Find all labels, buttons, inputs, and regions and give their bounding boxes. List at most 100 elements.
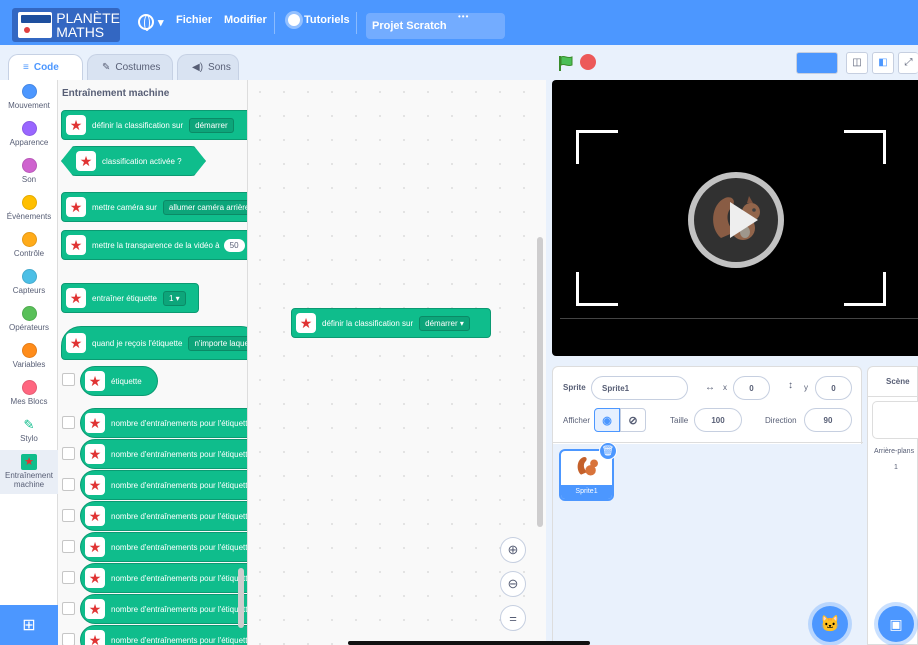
- block-when-receive-label[interactable]: ★ quand je reçois l'étiquette n'importe …: [61, 326, 247, 360]
- palette-scrollbar[interactable]: [238, 568, 244, 628]
- block-classification-active[interactable]: ★ classification activée ?: [61, 146, 206, 176]
- trainings-count-checkbox[interactable]: [62, 478, 75, 491]
- block-transparency[interactable]: ★ mettre la transparence de la vidéo à 5…: [61, 230, 247, 260]
- trainings-count-checkbox[interactable]: [62, 509, 75, 522]
- block-trainings-count[interactable]: ★ nombre d'entraînements pour l'étiquett…: [80, 594, 247, 624]
- block-train-label[interactable]: ★ entraîner étiquette 1 ▾: [61, 283, 199, 313]
- block-label: classification activée ?: [102, 156, 182, 166]
- zoom-out-button[interactable]: ⊖: [500, 571, 526, 597]
- add-backdrop-button[interactable]: ▣: [878, 606, 914, 642]
- logo-line2: MATHS: [56, 24, 105, 40]
- file-menu[interactable]: Fichier: [176, 14, 212, 26]
- backdrops-label: Arrière-plans: [874, 448, 915, 455]
- planete-maths-logo[interactable]: PLANÈTE MATHS: [12, 8, 120, 42]
- trainings-count-checkbox[interactable]: [62, 447, 75, 460]
- block-trainings-count[interactable]: ★ nombre d'entraînements pour l'étiquett…: [80, 563, 247, 593]
- stage-canvas[interactable]: [552, 80, 918, 356]
- category-pen[interactable]: ✎ Stylo: [0, 417, 58, 443]
- stage-divider: [868, 396, 918, 397]
- category-sound[interactable]: Son: [0, 158, 58, 184]
- block-dropdown[interactable]: allumer caméra arrière: [162, 199, 247, 215]
- block-label: nombre d'entraînements pour l'étiquette: [111, 449, 248, 459]
- category-looks[interactable]: Apparence: [0, 121, 58, 147]
- tab-code[interactable]: ≡ Code: [8, 54, 83, 80]
- block-label: définir la classification sur: [92, 120, 184, 130]
- block-dropdown[interactable]: démarrer ▾: [419, 315, 470, 331]
- size-input[interactable]: 100: [694, 408, 742, 432]
- delete-sprite-icon[interactable]: 🗑: [599, 442, 617, 460]
- block-trainings-count[interactable]: ★ nombre d'entraînements pour l'étiquett…: [80, 532, 247, 562]
- stage-target-pane[interactable]: Scène Arrière-plans 1: [867, 366, 918, 645]
- block-set-classification[interactable]: ★ définir la classification sur démarrer: [61, 110, 247, 140]
- trainings-count-checkbox[interactable]: [62, 602, 75, 615]
- block-label-reporter[interactable]: ★ étiquette: [80, 366, 158, 396]
- category-my-blocks[interactable]: Mes Blocs: [0, 380, 58, 406]
- block-trainings-count[interactable]: ★ nombre d'entraînements pour l'étiquett…: [80, 470, 248, 500]
- category-motion[interactable]: Mouvement: [0, 84, 58, 110]
- direction-input[interactable]: 90: [804, 408, 852, 432]
- block-label: mettre la transparence de la vidéo à: [92, 240, 220, 250]
- star-icon: ★: [85, 506, 105, 526]
- small-stage-button[interactable]: [796, 52, 838, 74]
- project-title-input[interactable]: Projet Scratch: [366, 13, 505, 39]
- code-workspace[interactable]: [248, 80, 546, 645]
- more-icon[interactable]: •••: [458, 12, 469, 21]
- show-hidden-button[interactable]: ⊘: [620, 408, 646, 432]
- block-camera[interactable]: ★ mettre caméra sur allumer caméra arriè…: [61, 192, 247, 222]
- fullscreen-button[interactable]: ⤢: [898, 52, 918, 74]
- category-control[interactable]: Contrôle: [0, 232, 58, 258]
- workspace-scrollbar[interactable]: [537, 237, 543, 527]
- add-extension-icon: ⊞: [22, 617, 36, 634]
- block-dropdown[interactable]: 1 ▾: [162, 290, 186, 306]
- trainings-count-checkbox[interactable]: [62, 571, 75, 584]
- play-video-icon[interactable]: [688, 172, 784, 268]
- block-trainings-count[interactable]: ★ nombre d'entraînements pour l'étiquett…: [80, 501, 247, 531]
- show-visible-button[interactable]: ◉: [594, 408, 620, 432]
- edit-menu[interactable]: Modifier: [224, 14, 267, 26]
- backdrop-thumbnail[interactable]: [872, 401, 918, 439]
- dropdown-value: démarrer: [425, 318, 458, 328]
- trainings-count-checkbox[interactable]: [62, 416, 75, 429]
- zoom-reset-button[interactable]: =: [500, 605, 526, 631]
- green-flag-icon[interactable]: [557, 54, 575, 72]
- category-machine-learning[interactable]: ★ Entraînement machine: [0, 450, 58, 494]
- tab-sounds[interactable]: ◀) Sons: [177, 54, 239, 80]
- trainings-count-checkbox[interactable]: [62, 540, 75, 553]
- block-dropdown[interactable]: démarrer: [189, 117, 234, 133]
- zoom-out-icon: ⊖: [507, 576, 519, 591]
- y-input[interactable]: 0: [815, 376, 852, 400]
- star-icon: ★: [66, 115, 86, 135]
- sprite-thumbnail-name: Sprite1: [561, 485, 612, 499]
- category-variables[interactable]: Variables: [0, 343, 58, 369]
- normal-stage-button[interactable]: ◫: [846, 52, 868, 74]
- zoom-in-button[interactable]: ⊕: [500, 537, 526, 563]
- category-events[interactable]: Évènements: [0, 195, 58, 221]
- category-dot-icon: [21, 121, 37, 136]
- category-label: Apparence: [9, 138, 49, 147]
- workspace-block-set-classification[interactable]: ★ définir la classification sur démarrer…: [291, 308, 491, 338]
- block-number-input[interactable]: 50: [223, 238, 245, 252]
- category-label: Capteurs: [12, 286, 46, 295]
- add-sprite-button[interactable]: 🐱: [812, 606, 848, 642]
- tab-costumes[interactable]: ✎ Costumes: [87, 54, 173, 80]
- block-trainings-count[interactable]: ★ nombre d'entraînements pour l'étiquett…: [80, 625, 247, 645]
- category-sensing[interactable]: Capteurs: [0, 269, 58, 295]
- block-trainings-count[interactable]: ★ nombre d'entraînements pour l'étiquett…: [80, 408, 247, 438]
- language-menu[interactable]: ▾: [138, 14, 164, 31]
- category-dot-icon: [21, 343, 37, 358]
- block-trainings-count[interactable]: ★ nombre d'entraînements pour l'étiquett…: [80, 439, 248, 469]
- trainings-count-checkbox[interactable]: [62, 633, 75, 645]
- category-label: Son: [21, 175, 37, 184]
- category-operators[interactable]: Opérateurs: [0, 306, 58, 332]
- x-input[interactable]: 0: [733, 376, 770, 400]
- add-extension-button[interactable]: ⊞: [0, 605, 58, 645]
- block-label: quand je reçois l'étiquette: [92, 338, 183, 348]
- squirrel-thumb-icon: [577, 457, 598, 476]
- label-reporter-checkbox[interactable]: [62, 373, 75, 386]
- block-label: nombre d'entraînements pour l'étiquette: [111, 480, 248, 490]
- stop-icon[interactable]: [580, 54, 596, 70]
- large-stage-button[interactable]: ◧: [872, 52, 894, 74]
- tutorials-menu[interactable]: Tutoriels: [288, 14, 350, 26]
- sprite-name-input[interactable]: Sprite1: [591, 376, 688, 400]
- block-dropdown[interactable]: n'importe laquelle: [188, 335, 247, 351]
